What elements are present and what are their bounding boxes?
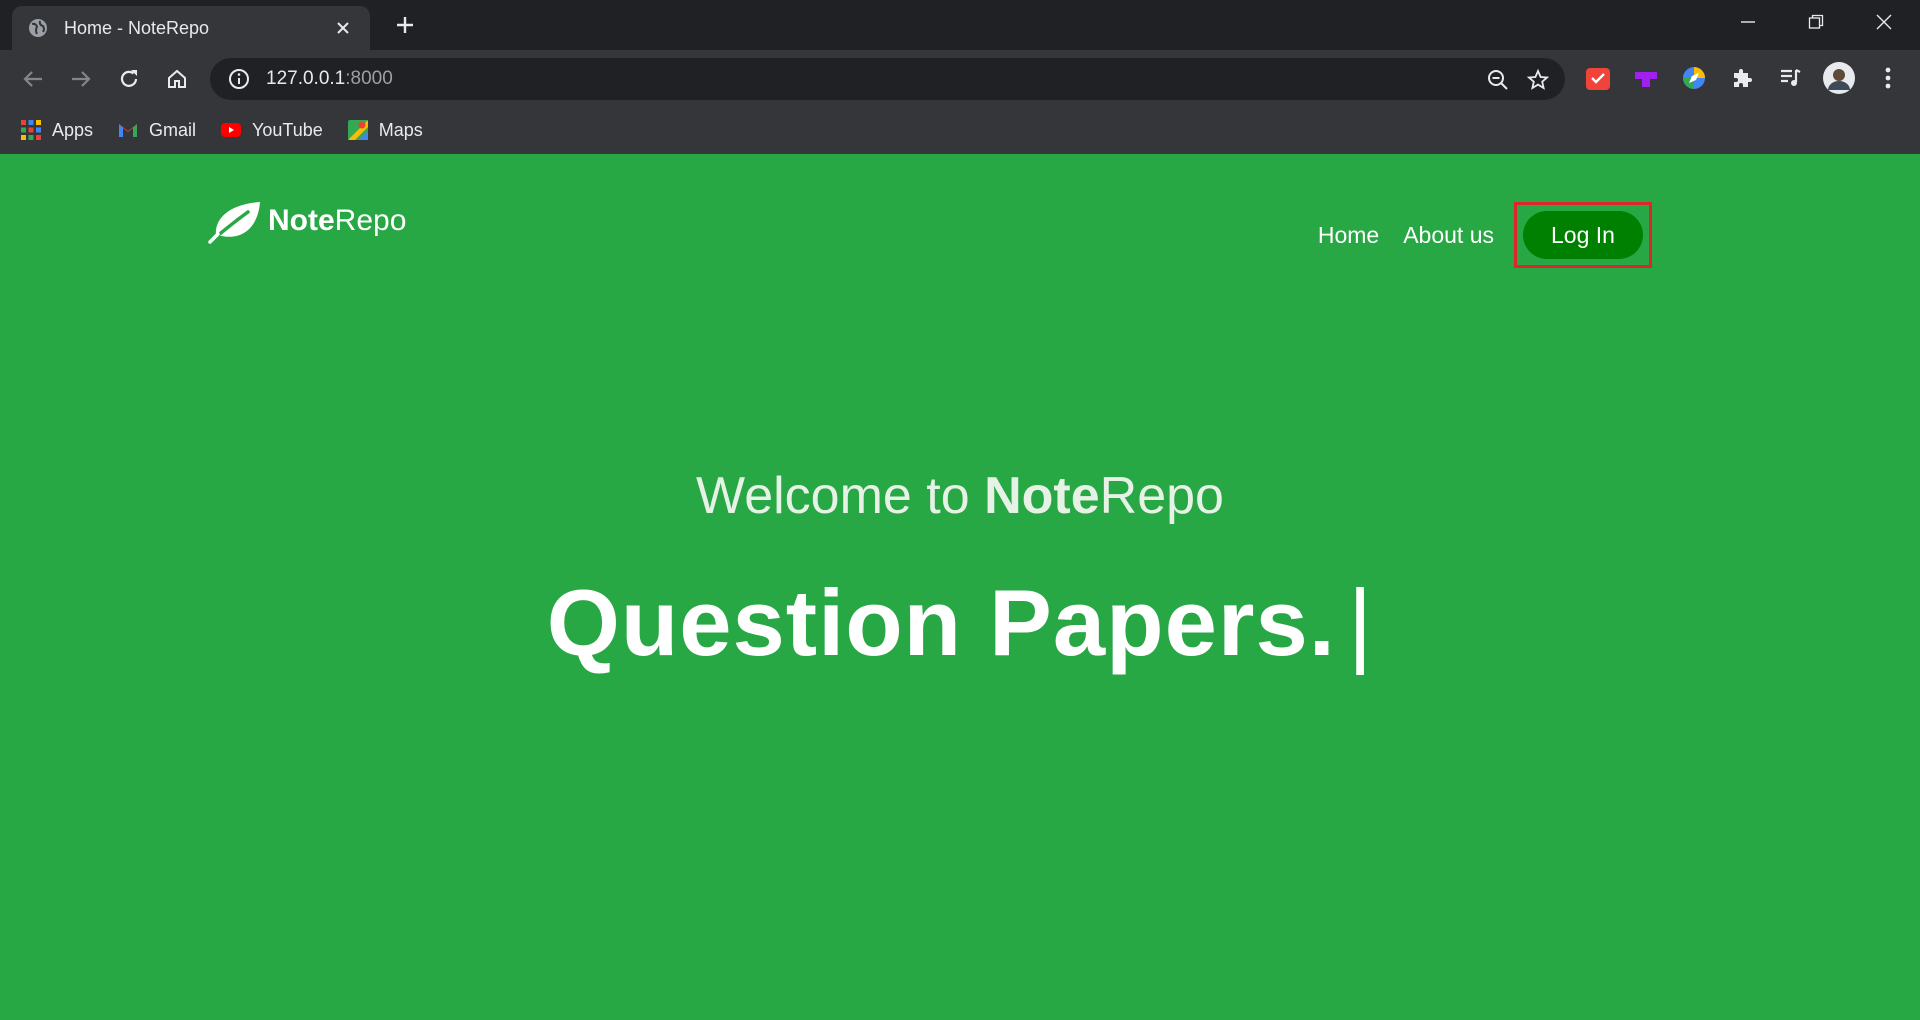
calendar-extension-icon[interactable] [1584,64,1612,92]
logo-text-rest: Repo [334,204,407,237]
youtube-icon [220,119,242,141]
nav-home-link[interactable]: Home [1318,222,1379,249]
welcome-brand-bold: Note [984,467,1100,525]
logo-text: NoteRepo [268,204,406,238]
bookmark-label: YouTube [252,119,323,140]
tetris-extension-icon[interactable] [1632,64,1660,92]
gmail-icon [117,119,139,141]
bookmark-label: Gmail [149,119,197,140]
url-text: 127.0.0.1:8000 [266,68,393,90]
bookmark-gmail[interactable]: Gmail [117,119,196,141]
bookmark-youtube[interactable]: YouTube [220,119,323,141]
tab-title: Home - NoteRepo [64,17,210,38]
bookmark-label: Maps [378,119,423,140]
typing-cursor: | [1347,570,1374,675]
logo-text-bold: Note [268,204,335,237]
hero-typed-heading: Question Papers. | [0,569,1920,677]
bookmark-maps[interactable]: Maps [347,119,423,141]
more-menu-icon[interactable] [1874,64,1902,92]
address-bar[interactable]: 127.0.0.1:8000 [210,58,1565,100]
url-host: 127.0.0.1 [266,68,346,89]
globe-icon [28,18,48,38]
back-arrow-icon[interactable] [18,64,48,94]
close-icon[interactable] [332,17,354,39]
login-button[interactable]: Log In [1523,211,1643,259]
browser-tab-strip: Home - NoteRepo [0,0,1920,50]
minimize-icon[interactable] [1730,8,1766,36]
puzzle-extensions-icon[interactable] [1728,64,1756,92]
bookmarks-bar: Apps Gmail YouTube Maps [0,106,1920,154]
url-port: :8000 [345,68,393,89]
reload-icon[interactable] [114,64,144,94]
page-content: NoteRepo Home About us Log In Welcome to… [0,154,1920,1020]
info-icon[interactable] [228,68,250,90]
restore-icon[interactable] [1798,8,1834,36]
zoom-out-icon[interactable] [1486,68,1510,92]
browser-toolbar: 127.0.0.1:8000 [0,50,1920,106]
login-highlight-box: Log In [1514,202,1652,268]
bookmark-label: Apps [52,119,94,140]
hero-welcome-heading: Welcome to NoteRepo [0,466,1920,526]
leaf-icon [208,198,266,244]
typed-text: Question Papers. [546,570,1336,675]
apps-grid-icon [20,119,42,141]
home-icon[interactable] [162,64,192,94]
browser-tab[interactable]: Home - NoteRepo [12,6,370,50]
site-logo[interactable]: NoteRepo [208,198,406,244]
main-nav: Home About us Log In [1318,202,1652,268]
compass-extension-icon[interactable] [1680,64,1708,92]
forward-arrow-icon[interactable] [66,64,96,94]
media-queue-icon[interactable] [1776,64,1804,92]
nav-about-link[interactable]: About us [1403,222,1494,249]
welcome-brand-rest: Repo [1099,467,1224,525]
profile-avatar[interactable] [1822,61,1856,95]
window-close-icon[interactable] [1866,8,1902,36]
bookmark-apps[interactable]: Apps [20,119,93,141]
maps-icon [347,119,369,141]
star-icon[interactable] [1526,68,1550,92]
welcome-prefix: Welcome to [696,467,985,525]
new-tab-button[interactable] [392,12,418,38]
